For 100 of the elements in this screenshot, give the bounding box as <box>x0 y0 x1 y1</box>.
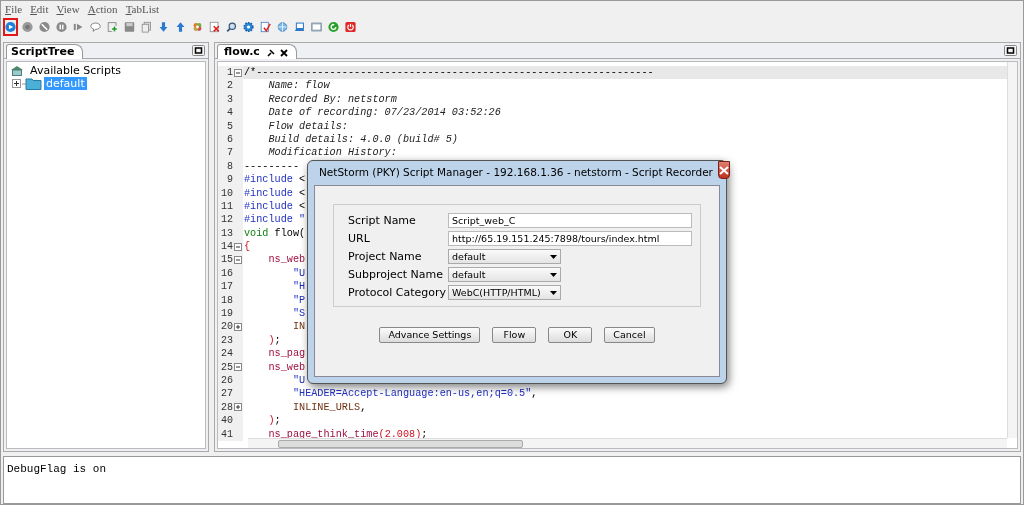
field-label: URL <box>348 231 371 246</box>
code-line: void flow( <box>243 226 306 241</box>
line-number: 41 <box>221 427 233 441</box>
line-number: 13 <box>221 226 233 241</box>
code-line: "U <box>291 374 306 388</box>
dialog-button[interactable]: Flow <box>492 327 537 343</box>
window-icon <box>311 21 322 33</box>
line-number: 16 <box>221 266 233 281</box>
line-number: 10 <box>221 186 233 200</box>
menu-item[interactable]: Edit <box>30 3 49 16</box>
menu-item[interactable]: View <box>56 3 80 16</box>
save-icon <box>124 21 135 33</box>
step-icon <box>73 21 84 33</box>
line-number: 23 <box>221 333 233 348</box>
power-icon <box>345 21 356 33</box>
line-number: 14 <box>221 240 233 254</box>
caret-icon <box>550 254 557 259</box>
line-number: 28 <box>221 400 233 415</box>
pause-icon <box>56 21 67 33</box>
dropdown[interactable]: WebC(HTTP/HTML) <box>448 285 561 300</box>
code-line: "P <box>291 293 306 308</box>
field-label: Script Name <box>348 213 417 228</box>
line-number: 3 <box>227 92 233 107</box>
line-number: 1 <box>227 66 233 80</box>
code-line: ns_pag <box>267 347 306 361</box>
close-button[interactable] <box>717 161 730 179</box>
speech-bubble-icon <box>90 21 101 33</box>
panel-tab[interactable]: ScriptTree <box>6 44 84 59</box>
expand-icon[interactable] <box>234 403 242 412</box>
field-label: Project Name <box>348 249 423 264</box>
refresh-icon <box>328 21 339 33</box>
line-number: 40 <box>221 414 233 428</box>
field-label: Protocol Category <box>348 285 448 300</box>
globe-icon <box>277 21 288 33</box>
code-line: IN <box>291 320 306 334</box>
code-line: ns_web <box>267 360 306 374</box>
tree-item[interactable]: Available Scripts <box>28 64 123 77</box>
horizontal-scrollbar[interactable] <box>248 438 1007 448</box>
collapse-icon[interactable] <box>234 256 242 265</box>
line-number: 5 <box>227 119 233 133</box>
down-arrow-icon <box>158 21 169 33</box>
code-line: "U <box>291 266 306 281</box>
menu-item[interactable]: Action <box>87 3 118 16</box>
line-number: 9 <box>227 173 233 187</box>
tab-title: flow.c <box>223 44 261 61</box>
dialog-button[interactable]: Cancel <box>604 327 655 343</box>
input-field[interactable]: Script_web_C <box>448 213 692 228</box>
code-line: "H <box>291 280 306 294</box>
play-icon <box>5 21 16 33</box>
expand-icon[interactable] <box>234 323 242 332</box>
code-line: "HEADER=Accept-Language:en-us,en;q=0.5", <box>291 387 538 401</box>
maximize-icon[interactable] <box>192 45 205 56</box>
code-line: Modification History: <box>267 146 397 160</box>
line-number: 25 <box>221 360 233 374</box>
line-number: 26 <box>221 374 233 388</box>
collapse-icon[interactable] <box>234 68 242 77</box>
code-line: INLINE_URLS, <box>291 400 367 415</box>
laptop-icon <box>294 21 305 33</box>
input-field[interactable]: http://65.19.151.245:7898/tours/index.html <box>448 231 692 246</box>
record-icon <box>22 21 33 33</box>
code-line: Name: flow <box>267 79 330 93</box>
up-arrow-icon <box>175 21 186 33</box>
dialog-button[interactable]: OK <box>548 327 593 343</box>
maximize-icon[interactable] <box>1004 45 1017 56</box>
toolbar-button[interactable] <box>3 18 18 36</box>
block-icon <box>39 21 50 33</box>
code-line: ); <box>267 414 281 428</box>
code-line: --------- <box>243 159 300 174</box>
line-number: 4 <box>227 106 233 120</box>
dropdown-value: WebC(HTTP/HTML) <box>452 286 541 299</box>
field-label: Subproject Name <box>348 267 445 282</box>
pin-icon[interactable] <box>266 48 275 57</box>
line-number: 11 <box>221 199 233 214</box>
dropdown-value: default <box>452 250 486 263</box>
vertical-scrollbar[interactable] <box>1007 62 1017 438</box>
dialog-button[interactable]: Advance Settings <box>379 327 481 343</box>
collapse-icon[interactable] <box>234 242 242 251</box>
dialog-title: NetStorm (PKY) Script Manager - 192.168.1.36 - netstorm - Script Recorder <box>319 165 713 181</box>
settings-icon <box>243 21 254 33</box>
dropdown[interactable]: default <box>448 249 561 264</box>
code-line: "S <box>291 307 306 321</box>
document-check-icon <box>260 21 271 33</box>
code-line: Flow details: <box>267 119 348 133</box>
folder-icon <box>22 77 42 90</box>
menu-item[interactable]: File <box>5 3 23 16</box>
scrollbar-thumb[interactable] <box>278 440 523 448</box>
menu-item[interactable]: TabList <box>125 3 160 16</box>
code-line: #include < <box>243 173 306 187</box>
code-line: #include " <box>243 213 306 227</box>
code-line: ns_web <box>267 253 306 267</box>
collapse-icon[interactable] <box>234 363 242 372</box>
add-page-icon <box>107 21 118 33</box>
editor-tab[interactable]: flow.c <box>217 44 297 59</box>
line-number: 19 <box>221 307 233 321</box>
close-icon[interactable] <box>279 48 288 57</box>
line-number: 7 <box>227 146 233 160</box>
line-number: 27 <box>221 387 233 401</box>
caret-icon <box>550 272 557 277</box>
dropdown[interactable]: default <box>448 267 561 282</box>
expand-icon[interactable] <box>12 79 21 88</box>
